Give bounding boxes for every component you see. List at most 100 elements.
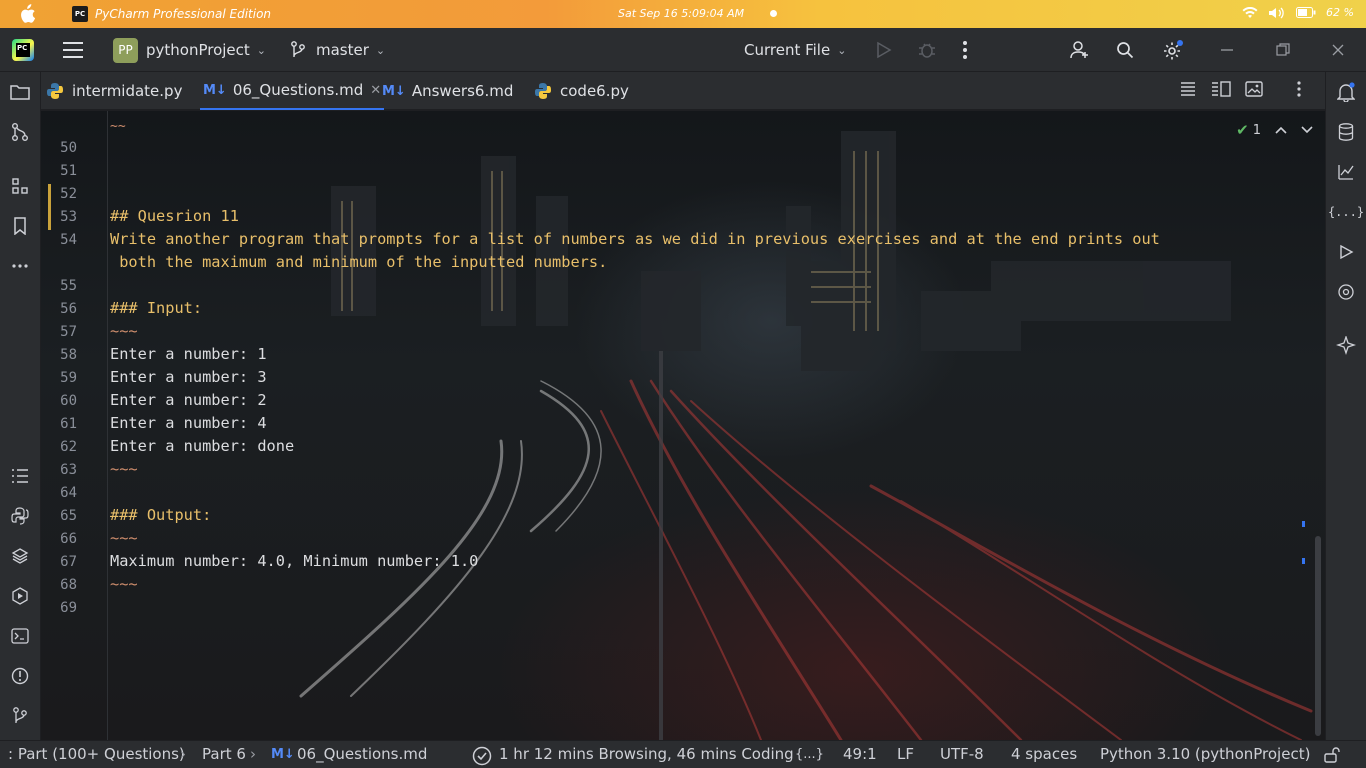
sciview-icon[interactable] <box>1335 161 1357 183</box>
chevron-up-icon[interactable] <box>1275 126 1287 134</box>
project-selector[interactable]: PP pythonProject ⌄ <box>113 28 266 72</box>
debug-button[interactable] <box>917 28 937 72</box>
breadcrumb-part[interactable]: : Part (100+ Questions) <box>8 745 185 763</box>
add-user-button[interactable] <box>1070 28 1090 72</box>
more-tools-icon[interactable] <box>9 255 31 277</box>
line-number: 55 <box>60 278 77 294</box>
line-number: 58 <box>60 347 77 363</box>
run-icon[interactable] <box>1335 241 1357 263</box>
code-line[interactable]: Enter a number: 3 <box>110 368 267 386</box>
apple-icon[interactable] <box>18 4 36 24</box>
json-icon[interactable]: {...} <box>1328 201 1364 223</box>
database-icon[interactable] <box>1335 121 1357 143</box>
chevron-down-icon[interactable] <box>1301 126 1313 134</box>
code-line[interactable]: ### Output: <box>110 506 211 524</box>
chevron-down-icon: ⌄ <box>837 43 847 57</box>
bookmarks-icon[interactable] <box>9 215 31 237</box>
code-line[interactable]: Maximum number: 4.0, Minimum number: 1.0 <box>110 552 478 570</box>
commit-icon[interactable] <box>9 121 31 143</box>
inspection-widget[interactable]: ✔ 1 <box>1236 121 1313 139</box>
code-line[interactable]: ~~~ <box>110 322 138 340</box>
lock-icon[interactable] <box>1323 746 1341 764</box>
breadcrumb-separator-icon: › <box>180 745 186 763</box>
close-icon <box>1332 44 1344 56</box>
notifications-icon[interactable] <box>1335 81 1357 103</box>
close-icon[interactable]: ✕ <box>370 83 381 98</box>
tab-06-questions-md[interactable]: M↓ 06_Questions.md ✕ <box>200 72 385 110</box>
settings-button[interactable] <box>1162 28 1184 72</box>
run-config-selector[interactable]: Current File ⌄ <box>744 28 846 72</box>
code-line[interactable]: ### Input: <box>110 299 202 317</box>
run-button[interactable] <box>874 28 892 72</box>
preview-only-icon[interactable] <box>1245 80 1263 98</box>
time-tracking[interactable]: 1 hr 12 mins Browsing, 46 mins Coding <box>499 745 794 763</box>
macos-menubar: PC PyCharm Professional Edition Sat Sep … <box>0 0 1366 28</box>
clock[interactable]: Sat Sep 16 5:09:04 AM <box>618 7 744 20</box>
more-vertical-icon <box>1297 81 1301 97</box>
line-number: 56 <box>60 301 77 317</box>
structure-icon[interactable] <box>9 175 31 197</box>
tab-label: Answers6.md <box>411 82 514 100</box>
json-braces[interactable]: {...} <box>795 747 824 762</box>
project-folder-icon[interactable] <box>9 81 31 103</box>
endpoints-icon[interactable] <box>1335 281 1357 303</box>
restore-icon <box>1276 43 1290 56</box>
restore-button[interactable] <box>1275 28 1291 72</box>
python-interpreter[interactable]: Python 3.10 (pythonProject) <box>1100 745 1310 763</box>
code-line[interactable]: ~~~ <box>110 460 138 478</box>
search-button[interactable] <box>1116 28 1134 72</box>
python-packages-icon[interactable] <box>9 545 31 567</box>
code-line[interactable]: Enter a number: 1 <box>110 345 267 363</box>
volume-icon[interactable] <box>1268 7 1286 19</box>
more-actions-button[interactable] <box>962 28 968 72</box>
tab-intermidate-py[interactable]: intermidate.py <box>47 72 182 110</box>
todo-list-icon[interactable] <box>9 465 31 487</box>
search-icon <box>1117 42 1134 59</box>
wifi-icon[interactable] <box>1242 6 1258 19</box>
chevron-down-icon: ⌄ <box>256 43 267 57</box>
python-file-icon <box>535 83 551 99</box>
split-preview-icon[interactable] <box>1211 80 1231 98</box>
ai-assistant-icon[interactable] <box>1335 335 1357 357</box>
editor-view-tools <box>1179 80 1263 98</box>
cursor-position[interactable]: 49:1 <box>843 745 877 763</box>
breadcrumb-file[interactable]: 06_Questions.md <box>297 745 427 763</box>
code-line[interactable]: ~~~ <box>110 529 138 547</box>
app-title[interactable]: PyCharm Professional Edition <box>95 7 271 21</box>
code-line[interactable]: Write another program that prompts for a… <box>110 230 1160 248</box>
git-icon[interactable] <box>9 705 31 727</box>
gutter-divider <box>107 111 108 740</box>
tab-code6-py[interactable]: code6.py <box>535 72 629 110</box>
code-line[interactable]: ## Quesrion 11 <box>110 207 239 225</box>
tab-answers6-md[interactable]: M↓ Answers6.md <box>382 72 513 110</box>
close-window-button[interactable] <box>1330 28 1346 72</box>
branch-name: master <box>316 41 369 59</box>
minimize-button[interactable] <box>1219 28 1235 72</box>
main-menu-button[interactable] <box>62 28 84 72</box>
python-console-icon[interactable] <box>9 505 31 527</box>
user-add-icon <box>1070 41 1088 59</box>
pycharm-logo-icon[interactable]: PC <box>12 39 34 61</box>
recording-dot-icon <box>770 10 777 17</box>
code-line[interactable]: Enter a number: done <box>110 437 294 455</box>
editor-only-icon[interactable] <box>1179 80 1197 98</box>
project-name: pythonProject <box>146 41 250 59</box>
branch-selector[interactable]: master ⌄ <box>290 28 385 72</box>
code-editor[interactable]: ~~ ✔ 1 50 51 52 53 ## Quesrion 11 54 Write ano… <box>41 111 1325 740</box>
services-icon[interactable] <box>9 585 31 607</box>
file-encoding[interactable]: UTF-8 <box>940 745 984 763</box>
battery-icon[interactable] <box>1296 7 1316 18</box>
breadcrumb-part6[interactable]: Part 6 <box>202 745 246 763</box>
indent-setting[interactable]: 4 spaces <box>1011 745 1077 763</box>
problems-icon[interactable] <box>9 665 31 687</box>
line-number: 59 <box>60 370 77 386</box>
code-line[interactable]: Enter a number: 4 <box>110 414 267 432</box>
code-line[interactable]: ~~~ <box>110 575 138 593</box>
code-line[interactable]: both the maximum and minimum of the inpu… <box>110 253 607 271</box>
editor-scrollbar[interactable] <box>1315 536 1321 736</box>
code-line[interactable]: Enter a number: 2 <box>110 391 267 409</box>
terminal-icon[interactable] <box>9 625 31 647</box>
tab-more-button[interactable] <box>1296 80 1302 98</box>
line-separator[interactable]: LF <box>897 745 914 763</box>
line-number: 61 <box>60 416 77 432</box>
